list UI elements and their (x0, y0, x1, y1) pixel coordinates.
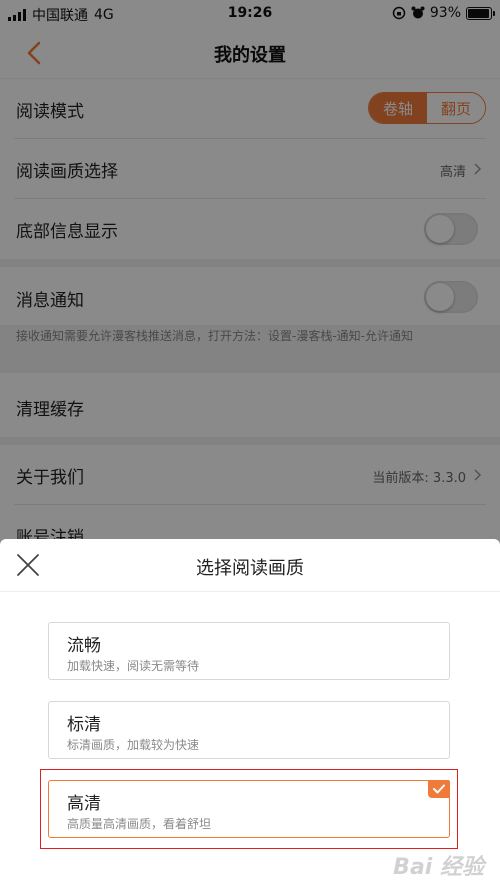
quality-option-smooth[interactable]: 流畅 加载快速，阅读无需等待 (48, 622, 450, 680)
sheet-divider (0, 591, 500, 592)
quality-option-hd[interactable]: 高清 高质量高清画质，看着舒坦 (48, 780, 450, 838)
quality-sheet: 选择阅读画质 流畅 加载快速，阅读无需等待 标清 标清画质，加载较为快速 高清 … (0, 539, 500, 889)
selected-check-icon (428, 780, 450, 798)
option-desc: 高质量高清画质，看着舒坦 (67, 817, 212, 831)
settings-page: 中国联通 4G 19:26 93% 我的设置 阅读模式 卷轴 翻页 阅读画质选择… (0, 0, 500, 889)
sheet-title: 选择阅读画质 (196, 558, 304, 579)
option-title: 标清 (67, 715, 101, 735)
option-title: 高清 (67, 794, 101, 814)
quality-option-standard[interactable]: 标清 标清画质，加载较为快速 (48, 701, 450, 759)
option-title: 流畅 (67, 636, 101, 656)
option-desc: 标清画质，加载较为快速 (67, 738, 200, 752)
option-desc: 加载快速，阅读无需等待 (67, 659, 200, 673)
watermark: Bai 经验 (393, 855, 484, 880)
